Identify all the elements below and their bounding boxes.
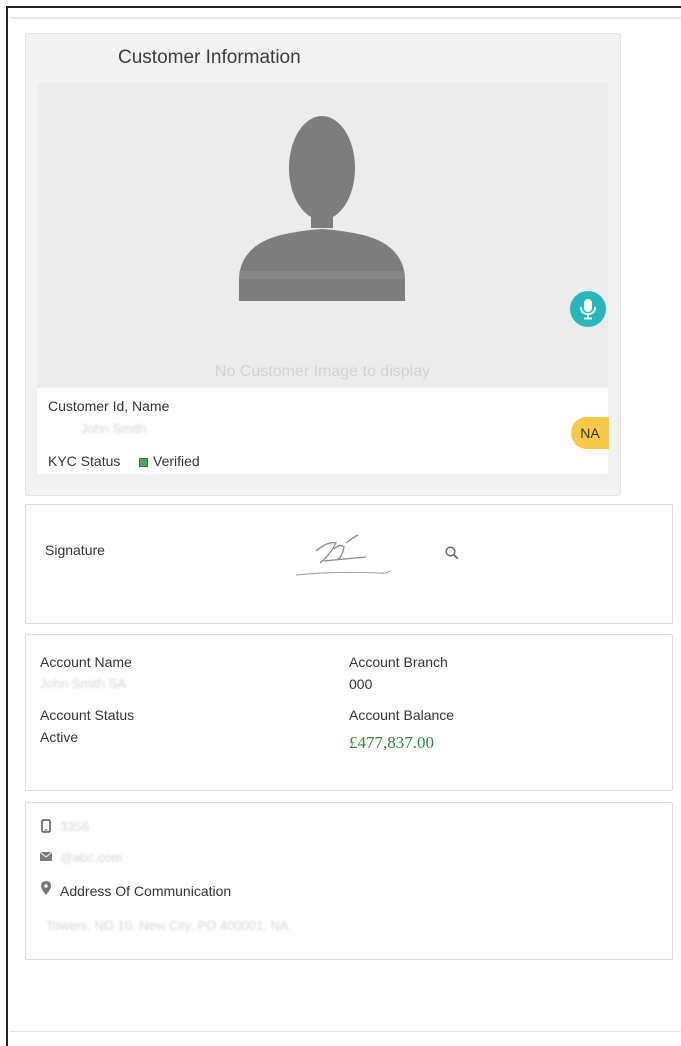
customer-details-box: Customer Id, Name John Smith KYC Status … [37,388,608,474]
kyc-status-label: KYC Status [48,453,121,469]
customer-id-label: Customer Id, Name [48,398,170,414]
contact-details-card: 3356 @abc.com Address Of Communication T… [25,802,673,960]
phone-number-value: 3356 [60,819,89,834]
account-name-label: Account Name [40,654,132,670]
bottom-divider [10,1031,681,1032]
signature-card: Signature [25,504,673,624]
account-branch-value: 000 [349,676,373,692]
account-details-card: Account Name John Smith SA Account Branc… [25,634,673,791]
kyc-status-value: Verified [153,453,200,469]
no-image-text: No Customer Image to display [214,363,431,380]
customer-avatar-placeholder-icon [239,116,405,301]
signature-label: Signature [45,542,105,558]
microphone-icon [580,299,596,320]
address-value: Towers, NO 10, New City, PO 400001, NA [46,918,289,933]
account-balance-label: Account Balance [349,707,455,723]
envelope-icon [40,852,52,861]
account-name-value: John Smith SA [40,676,126,691]
na-badge[interactable]: NA [571,417,609,449]
signature-image[interactable] [284,513,408,593]
account-status-value: Active [40,729,79,745]
email-value: @abc.com [60,850,123,865]
address-label: Address Of Communication [60,883,232,899]
customer-photo-area: No Customer Image to display [37,83,608,387]
account-branch-label: Account Branch [349,654,448,670]
customer-information-card: Customer Information No Customer Image t… [25,33,621,496]
top-divider [10,17,681,19]
customer-information-title: Customer Information [118,47,301,68]
customer-name-value: John Smith [81,421,147,436]
search-icon[interactable] [445,546,459,560]
map-pin-icon [41,881,51,895]
account-balance-value: £477,837.00 [349,733,434,752]
mobile-phone-icon [41,819,51,833]
account-status-label: Account Status [40,707,135,723]
verified-status-icon [139,458,148,467]
microphone-button[interactable] [570,291,606,327]
